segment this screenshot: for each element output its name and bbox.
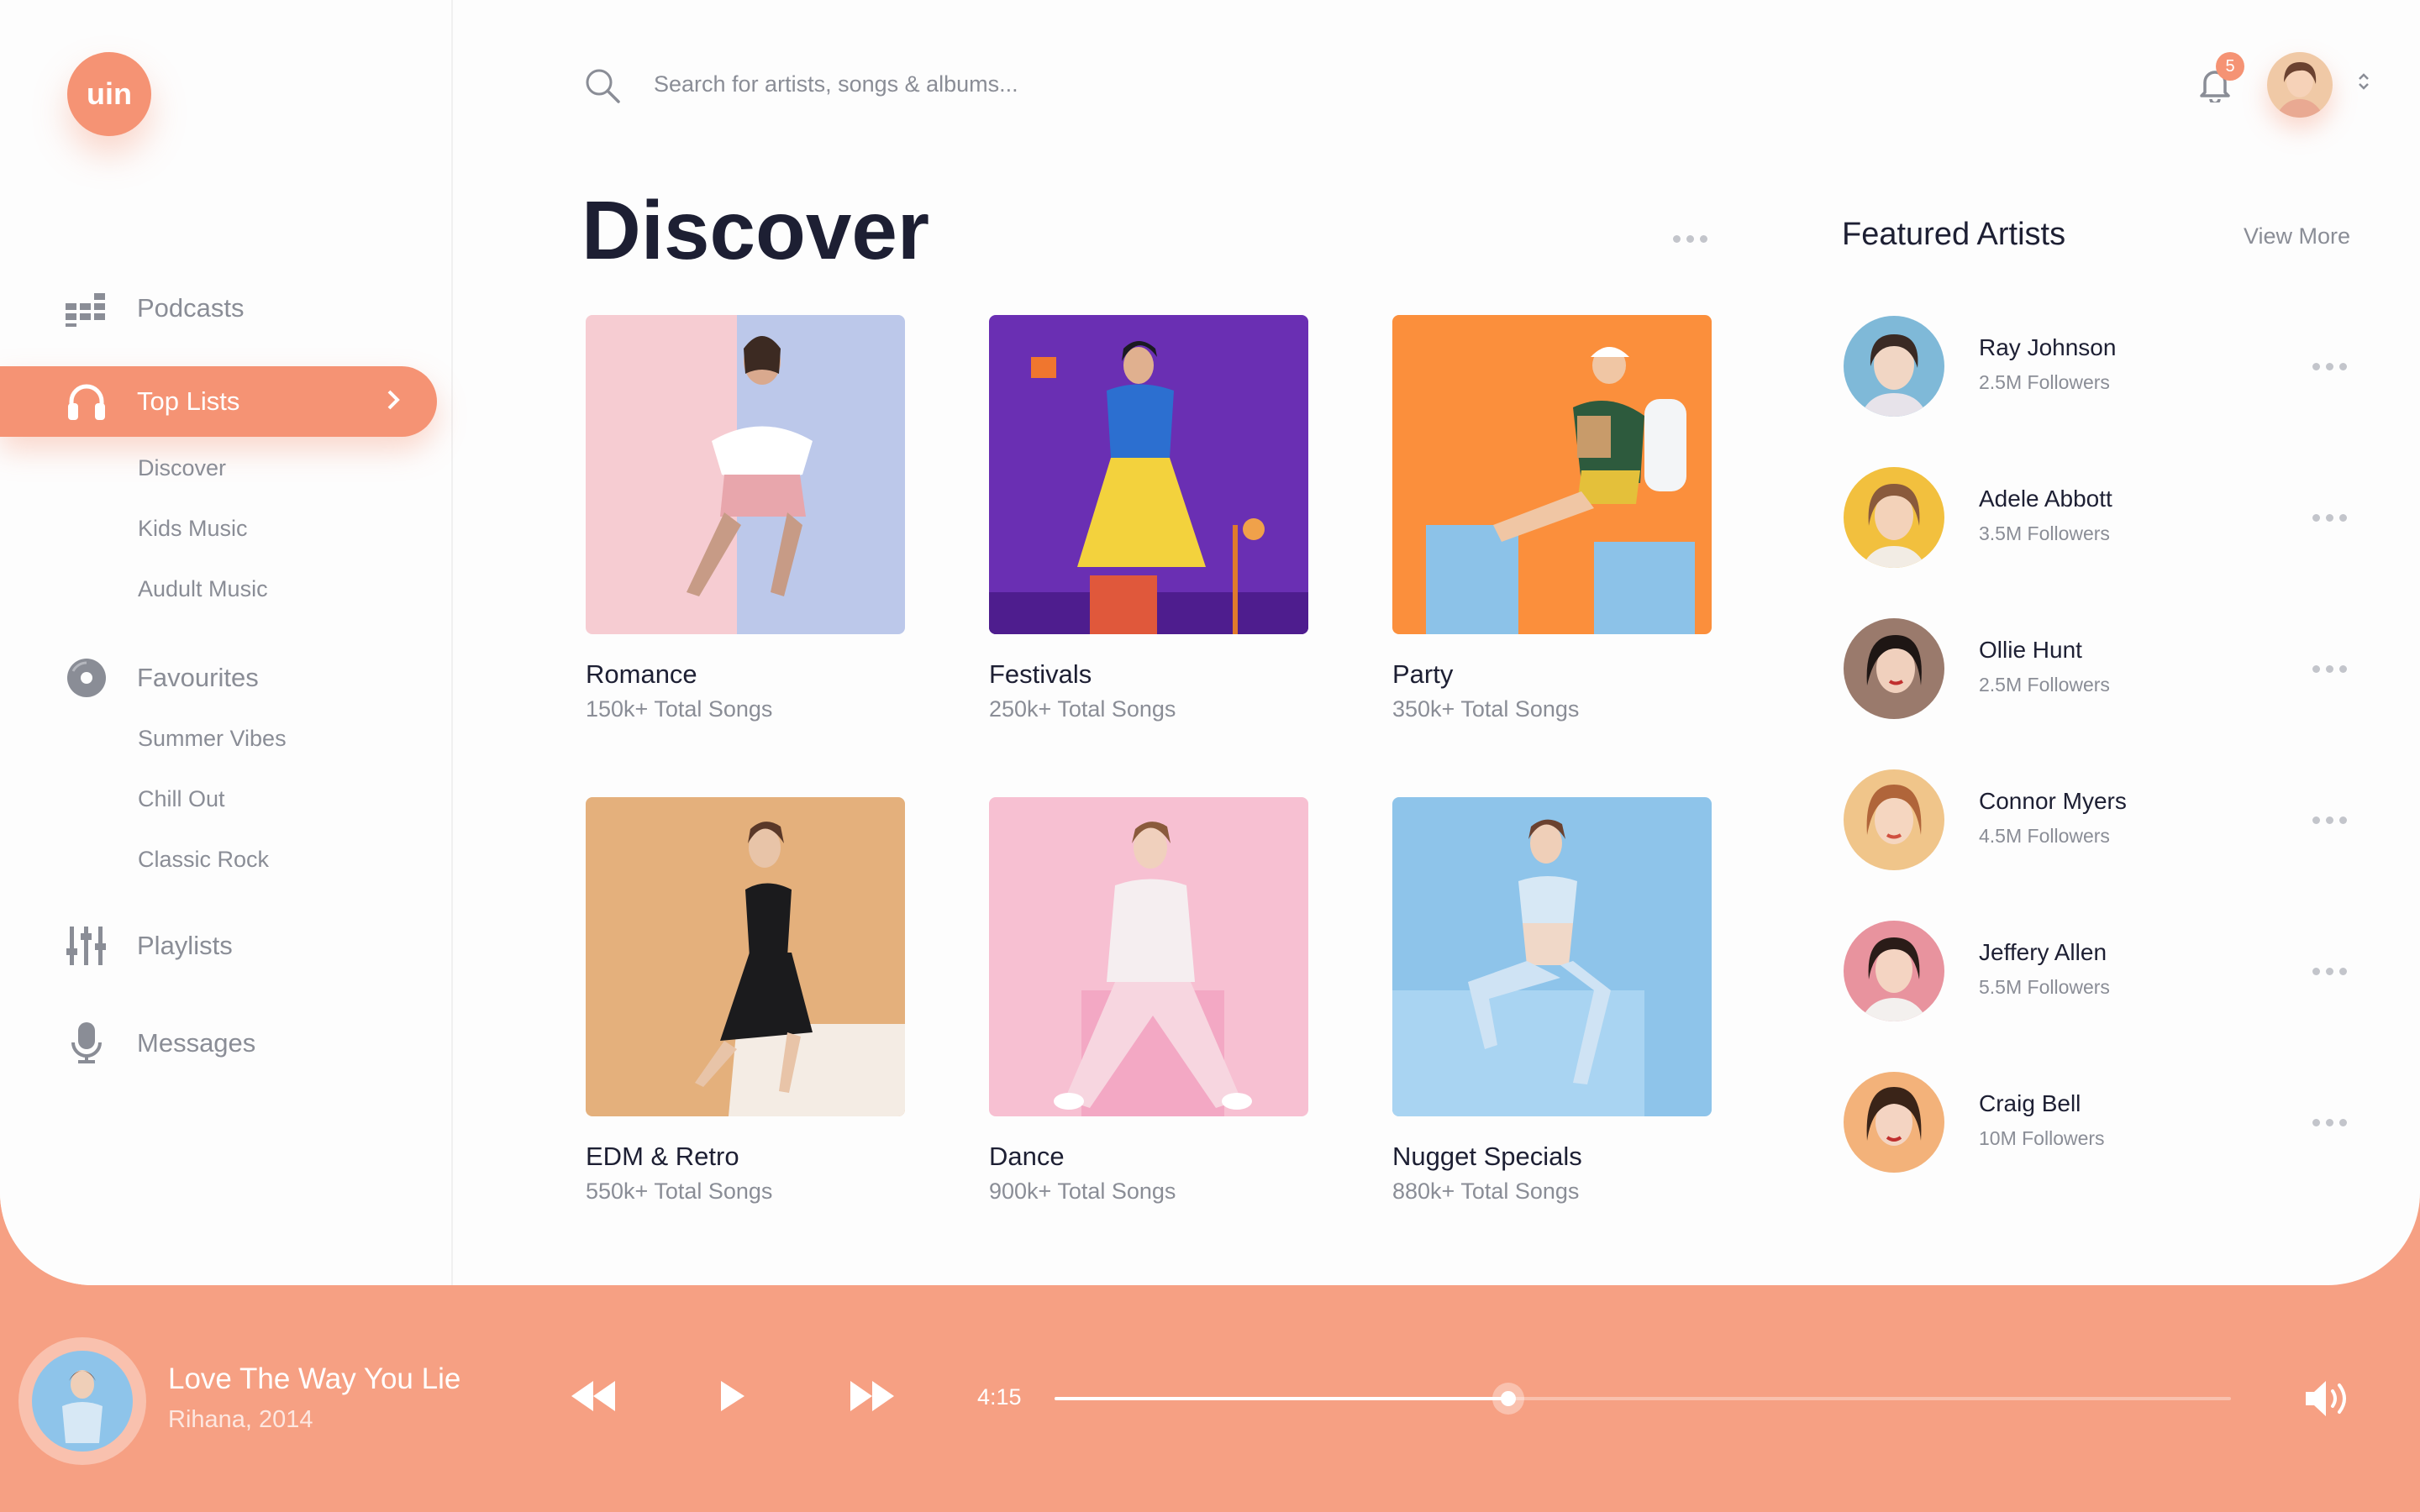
genre-card-festivals[interactable]: Festivals 250k+ Total Songs (989, 315, 1308, 722)
card-title: Dance (989, 1142, 1065, 1171)
more-options-icon[interactable] (2312, 968, 2347, 975)
user-avatar[interactable] (2267, 52, 2333, 118)
cover-image (586, 797, 905, 1116)
artist-avatar (1844, 1072, 1944, 1173)
artist-avatar (1844, 618, 1944, 719)
artist-followers: 10M Followers (1979, 1127, 2105, 1149)
sidebar-item-label: Top Lists (137, 386, 240, 416)
card-title: Party (1392, 659, 1454, 689)
app-window: uin Podcasts Top Lists Discover Kids Mus… (0, 0, 2420, 1285)
artist-row[interactable]: Adele Abbott 3.5M Followers (1842, 467, 2363, 570)
more-options-icon[interactable] (1673, 235, 1707, 243)
artist-name: Adele Abbott (1979, 486, 2112, 512)
artist-name: Craig Bell (1979, 1090, 2081, 1116)
card-title: Festivals (989, 659, 1092, 689)
card-subtitle: 150k+ Total Songs (586, 696, 773, 722)
card-subtitle: 880k+ Total Songs (1392, 1179, 1580, 1204)
progress-handle[interactable] (1492, 1383, 1525, 1415)
elapsed-time: 4:15 (977, 1384, 1022, 1410)
artist-row[interactable]: Jeffery Allen 5.5M Followers (1842, 921, 2363, 1023)
card-title: Nugget Specials (1392, 1142, 1582, 1171)
cover-image (989, 797, 1308, 1116)
artist-followers: 5.5M Followers (1979, 976, 2110, 998)
cover-image (1392, 315, 1712, 634)
more-options-icon[interactable] (2312, 816, 2347, 824)
chevron-right-icon (387, 386, 400, 417)
more-options-icon[interactable] (2312, 363, 2347, 370)
sidebar-item-playlists[interactable]: Playlists (0, 911, 437, 981)
sidebar-item-label: Messages (137, 1028, 256, 1058)
view-more-link[interactable]: View More (2244, 223, 2350, 249)
artist-avatar (1844, 769, 1944, 870)
artist-followers: 4.5M Followers (1979, 825, 2110, 847)
sidebar-subitem-audult-music[interactable]: Audult Music (138, 576, 268, 602)
artist-row[interactable]: Ray Johnson 2.5M Followers (1842, 316, 2363, 418)
now-playing-title: Love The Way You Lie (168, 1362, 461, 1395)
microphone-icon (66, 1022, 108, 1064)
genre-card-nugget-specials[interactable]: Nugget Specials 880k+ Total Songs (1392, 797, 1712, 1205)
card-subtitle: 350k+ Total Songs (1392, 696, 1580, 722)
sidebar-subitem-kids-music[interactable]: Kids Music (138, 516, 248, 542)
sliders-icon (66, 925, 108, 967)
sidebar-item-favourites[interactable]: Favourites (0, 643, 437, 713)
sidebar-subitem-summer-vibes[interactable]: Summer Vibes (138, 726, 287, 752)
progress-fill (1055, 1397, 1509, 1400)
sidebar-subitem-chill-out[interactable]: Chill Out (138, 786, 225, 812)
search-icon[interactable] (584, 67, 621, 108)
sidebar-item-label: Favourites (137, 663, 259, 692)
artist-avatar (1844, 316, 1944, 417)
artist-name: Ollie Hunt (1979, 637, 2082, 663)
cover-image (586, 315, 905, 634)
fast-forward-icon[interactable] (849, 1378, 896, 1419)
vinyl-disc-icon (66, 657, 108, 699)
more-options-icon[interactable] (2312, 665, 2347, 673)
artist-followers: 2.5M Followers (1979, 674, 2110, 696)
volume-icon[interactable] (2304, 1378, 2354, 1424)
cover-image (1392, 797, 1712, 1116)
genre-card-party[interactable]: Party 350k+ Total Songs (1392, 315, 1712, 722)
cover-image (989, 315, 1308, 634)
page-title: Discover (581, 184, 930, 276)
now-playing-artwork[interactable] (18, 1337, 146, 1465)
notification-badge: 5 (2216, 52, 2244, 81)
card-subtitle: 550k+ Total Songs (586, 1179, 773, 1204)
sidebar-item-messages[interactable]: Messages (0, 1008, 437, 1079)
card-title: EDM & Retro (586, 1142, 739, 1171)
genre-card-edm-retro[interactable]: EDM & Retro 550k+ Total Songs (586, 797, 905, 1205)
more-options-icon[interactable] (2312, 514, 2347, 522)
genre-card-dance[interactable]: Dance 900k+ Total Songs (989, 797, 1308, 1205)
sidebar-item-label: Playlists (137, 931, 233, 960)
sidebar-subitem-discover[interactable]: Discover (138, 455, 226, 481)
featured-artists-title: Featured Artists (1842, 217, 2066, 252)
artist-followers: 3.5M Followers (1979, 522, 2110, 544)
sidebar-subitem-classic-rock[interactable]: Classic Rock (138, 847, 269, 873)
artist-name: Jeffery Allen (1979, 939, 2107, 965)
logo[interactable]: uin (67, 52, 151, 136)
sidebar-item-label: Podcasts (137, 293, 245, 323)
artist-avatar (1844, 467, 1944, 568)
sort-caret-icon[interactable] (2358, 72, 2370, 92)
sidebar: uin Podcasts Top Lists Discover Kids Mus… (0, 0, 453, 1285)
artist-followers: 2.5M Followers (1979, 371, 2110, 393)
progress-bar[interactable] (1055, 1383, 2231, 1415)
artist-row[interactable]: Connor Myers 4.5M Followers (1842, 769, 2363, 872)
rewind-icon[interactable] (570, 1378, 617, 1419)
artist-name: Connor Myers (1979, 788, 2127, 814)
card-subtitle: 900k+ Total Songs (989, 1179, 1176, 1204)
more-options-icon[interactable] (2312, 1119, 2347, 1126)
artist-row[interactable]: Ollie Hunt 2.5M Followers (1842, 618, 2363, 721)
sidebar-item-top-lists[interactable]: Top Lists (0, 366, 437, 437)
artist-row[interactable]: Craig Bell 10M Followers (1842, 1072, 2363, 1174)
headphones-icon (66, 381, 108, 423)
search-input[interactable] (654, 66, 1410, 102)
card-title: Romance (586, 659, 697, 689)
sidebar-item-podcasts[interactable]: Podcasts (0, 273, 437, 344)
play-icon[interactable] (719, 1378, 746, 1419)
artist-avatar (1844, 921, 1944, 1021)
equalizer-icon (66, 287, 108, 329)
artist-name: Ray Johnson (1979, 334, 2117, 360)
now-playing-artist: Rihana, 2014 (168, 1406, 313, 1433)
card-subtitle: 250k+ Total Songs (989, 696, 1176, 722)
genre-card-romance[interactable]: Romance 150k+ Total Songs (586, 315, 905, 722)
